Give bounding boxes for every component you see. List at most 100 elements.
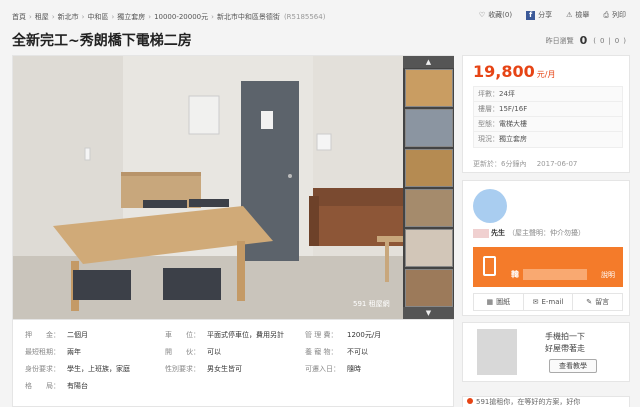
thumbnail[interactable]: [405, 189, 453, 227]
detail-gender: 性別要求： 男女生皆可: [165, 364, 305, 374]
thumbnail[interactable]: [405, 229, 453, 267]
heart-icon: ♡: [478, 11, 486, 19]
thumbs-up-button[interactable]: ▲: [403, 56, 454, 68]
detail-key: 車 位：: [165, 331, 200, 339]
spec-row: 坪數：24坪: [474, 87, 622, 102]
detail-value: 有陽台: [67, 382, 88, 390]
report-button[interactable]: ⚠ 檢舉: [566, 10, 589, 20]
call-description[interactable]: 說明: [601, 270, 615, 280]
updated-label: 更新於：: [473, 160, 501, 168]
phone-number-blur: [523, 269, 587, 280]
email-button[interactable]: ✉ E-mail: [524, 294, 574, 310]
detail-layout: 格 局： 有陽台: [25, 381, 165, 391]
print-button[interactable]: ⎙ 列印: [603, 10, 626, 20]
breadcrumb-price-range[interactable]: 10000-20000元: [154, 12, 208, 22]
qr-code: [477, 329, 517, 375]
thumbnail[interactable]: [405, 109, 453, 147]
spec-row: 樓層：15F/16F: [474, 102, 622, 117]
drawing-button[interactable]: ▦ 圖紙: [474, 294, 524, 310]
spec-key: 坪數：: [478, 90, 499, 98]
photo-gallery: 591 租屋網 ▲ ▼: [12, 55, 454, 320]
breadcrumb-type[interactable]: 獨立套房: [117, 12, 145, 22]
detail-tenant-type: 身份要求： 學生，上班族，家庭: [25, 364, 165, 374]
detail-key: 性別要求：: [165, 365, 200, 373]
app-promo-text: 手機拍一下 好屋帶著走: [545, 331, 585, 355]
app-promo-box: 手機拍一下 好屋帶著走 查看教學: [462, 322, 630, 382]
spec-value: 獨立套房: [499, 135, 527, 143]
breadcrumb-home[interactable]: 首頁: [12, 12, 26, 22]
detail-value: 1200元/月: [347, 331, 382, 339]
breadcrumb-separator: ›: [148, 13, 152, 21]
views-extra-count2: 0: [614, 36, 620, 45]
breadcrumb-district[interactable]: 中和區: [87, 12, 108, 22]
breadcrumb-rent[interactable]: 租屋: [35, 12, 49, 22]
owner-name-text: 先生: [491, 229, 505, 237]
views-count: 0: [579, 34, 588, 47]
detail-cooking: 開 伙： 可以: [165, 347, 305, 357]
spec-row: 型態：電梯大樓: [474, 117, 622, 132]
thumbnail[interactable]: [405, 149, 453, 187]
detail-value: 兩年: [67, 348, 81, 356]
favorite-button[interactable]: ♡ 收藏(0): [479, 10, 512, 20]
email-label: E-mail: [541, 298, 564, 306]
message-label: 留言: [595, 298, 610, 306]
phone-icon: [483, 256, 496, 276]
view-counter: 昨日瀏覽 0 (0 | 0): [546, 34, 626, 47]
thumbnail[interactable]: [405, 69, 453, 107]
detail-key: 身份要求：: [25, 365, 60, 373]
mail-icon: ✉: [532, 298, 539, 306]
thumbnail[interactable]: [405, 269, 453, 307]
spec-key: 型態：: [478, 120, 499, 128]
news-dot-icon: [467, 398, 473, 404]
price: 19,800 元/月: [473, 62, 555, 81]
favorite-label: 收藏(0): [488, 11, 513, 19]
details-row: 最短租期： 兩年 開 伙： 可以 養 寵 物： 不可以: [25, 347, 445, 357]
spec-key: 現況：: [478, 135, 499, 143]
detail-value: 二個月: [67, 331, 88, 339]
detail-key: 養 寵 物：: [305, 348, 338, 356]
breadcrumb-separator: ›: [51, 13, 55, 21]
owner-role: （屋主聲明：仲介勿擾）: [508, 229, 585, 237]
detail-value: 男女生皆可: [207, 365, 242, 373]
call-button[interactable]: 韓 說明: [473, 247, 623, 287]
listing-details: 押 金： 二個月 車 位： 平面式停車位，費用另計 管 理 費： 1200元/月 最短…: [12, 320, 454, 407]
updated-date: 2017-06-07: [536, 160, 578, 168]
contact-box: 先生 （屋主聲明：仲介勿擾） 韓 說明 ▦ 圖紙 ✉ E-mail ✎ 留言: [462, 180, 630, 316]
news-box: 591搶租你，在等好的方案，好你: [462, 396, 630, 407]
share-label: 分享: [538, 11, 553, 19]
news-text[interactable]: 591搶租你，在等好的方案，好你: [476, 398, 580, 406]
thumbnail-strip: ▲ ▼: [403, 56, 454, 319]
drawing-label: 圖紙: [496, 298, 511, 306]
detail-key: 管 理 費：: [305, 331, 338, 339]
spec-table: 坪數：24坪 樓層：15F/16F 型態：電梯大樓 現況：獨立套房: [473, 86, 623, 148]
breadcrumb: 首頁 › 租屋 › 新北市 › 中和區 › 獨立套房 › 10000-20000元 › 新北…: [12, 10, 325, 24]
app-promo-line1: 手機拍一下: [545, 332, 585, 341]
updated-ago: 6分鐘內: [501, 160, 527, 168]
message-icon: ✎: [586, 298, 593, 306]
detail-key: 格 局：: [25, 382, 60, 390]
breadcrumb-city[interactable]: 新北市: [58, 12, 79, 22]
breadcrumb-street[interactable]: 新北市中和區景德街: [217, 12, 280, 22]
views-label: 昨日瀏覽: [545, 36, 574, 45]
detail-key: 最短租期：: [25, 348, 60, 356]
share-button[interactable]: f 分享: [526, 10, 552, 20]
thumbs-down-button[interactable]: ▼: [403, 307, 454, 319]
detail-key: 押 金：: [25, 331, 60, 339]
main-photo[interactable]: 591 租屋網: [13, 56, 403, 319]
spec-value: 15F/16F: [499, 105, 528, 113]
photo-watermark: 591 租屋網: [353, 299, 390, 308]
drawing-icon: ▦: [486, 298, 494, 306]
detail-value: 可以: [207, 348, 221, 356]
top-actions: ♡ 收藏(0) f 分享 ⚠ 檢舉 ⎙ 列印: [479, 10, 626, 20]
details-row: 格 局： 有陽台: [25, 381, 165, 391]
detail-value: 學生，上班族，家庭: [67, 365, 130, 373]
spec-row: 現況：獨立套房: [474, 132, 622, 147]
detail-value: 平面式停車位，費用另計: [207, 331, 284, 339]
spec-key: 樓層：: [478, 105, 499, 113]
message-button[interactable]: ✎ 留言: [573, 294, 622, 310]
tutorial-button[interactable]: 查看教學: [549, 359, 597, 373]
detail-key: 開 伙：: [165, 348, 200, 356]
spec-value: 24坪: [499, 90, 515, 98]
views-extra-open: (: [593, 36, 596, 45]
detail-min-lease: 最短租期： 兩年: [25, 347, 165, 357]
